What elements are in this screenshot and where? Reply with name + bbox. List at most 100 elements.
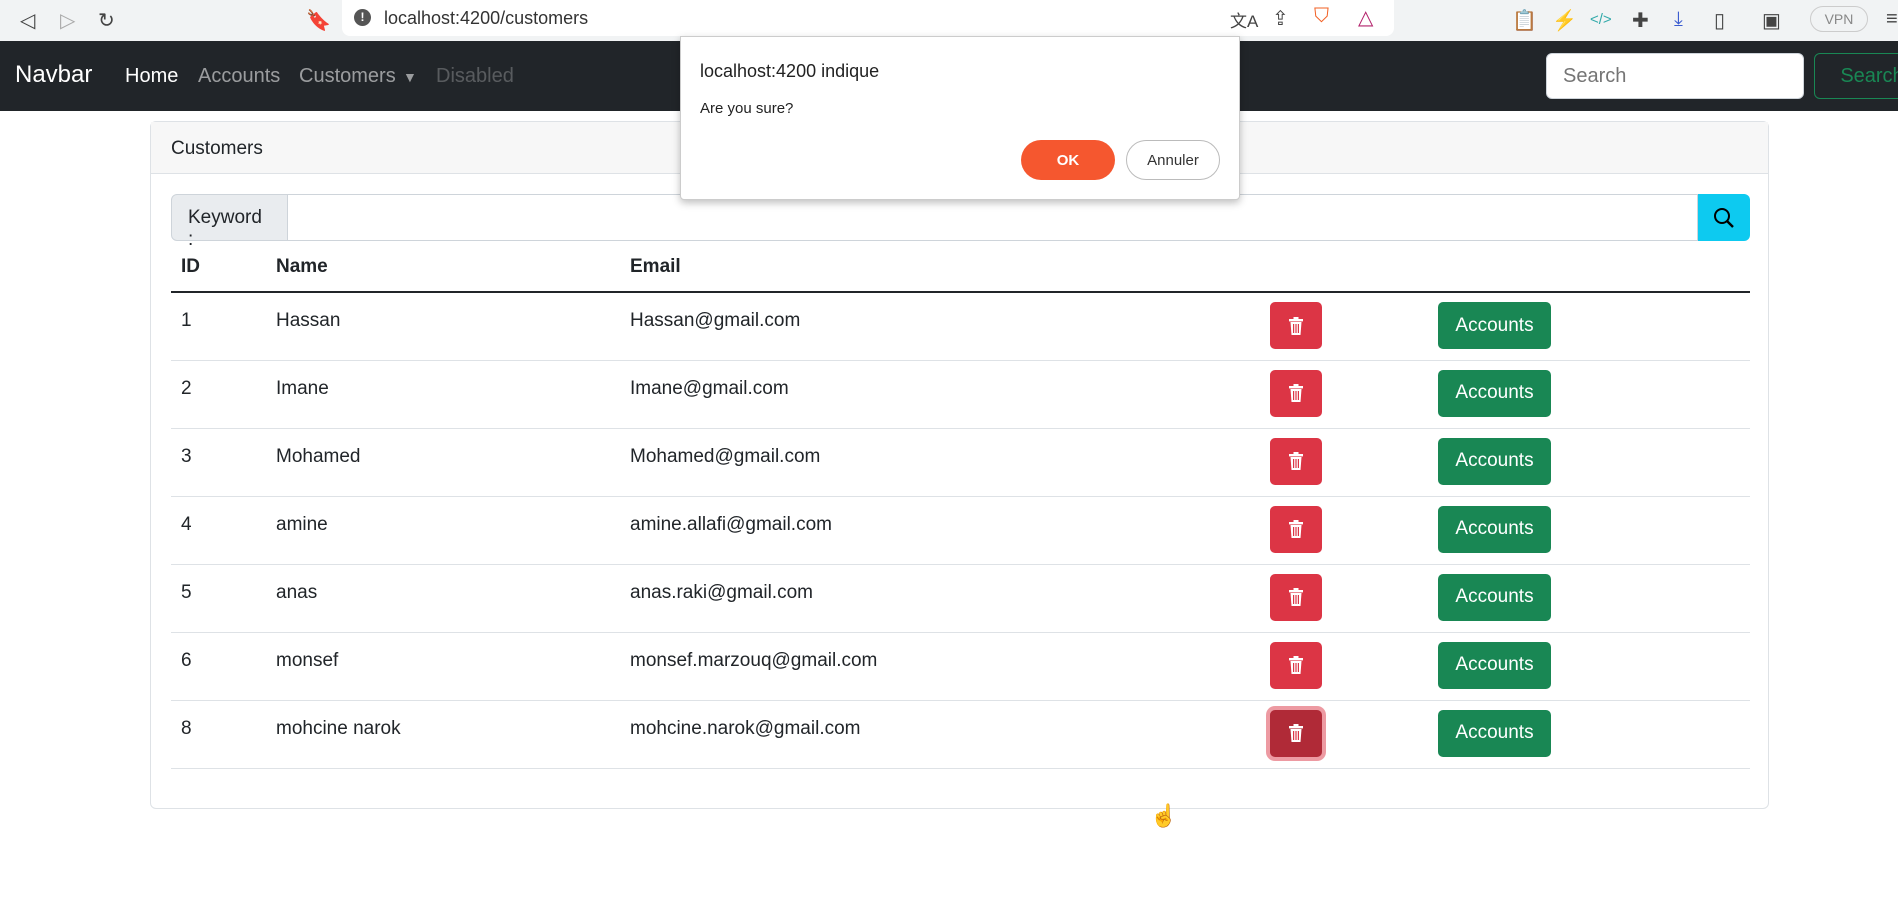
cell-email: Imane@gmail.com xyxy=(620,360,1260,429)
table-row: 1 Hassan Hassan@gmail.com Accounts xyxy=(171,292,1750,361)
navbar-search-button[interactable]: Search xyxy=(1814,53,1898,99)
reload-icon[interactable]: ↻ xyxy=(98,8,115,33)
navbar-search-input[interactable] xyxy=(1546,53,1804,99)
accounts-button[interactable]: Accounts xyxy=(1438,505,1551,553)
brave-rewards-icon[interactable]: △ xyxy=(1358,5,1373,30)
clipboard-icon[interactable]: 📋 xyxy=(1512,8,1537,33)
customers-card: Customers Keyword : ID Name Email 1 Hass… xyxy=(150,121,1769,809)
cell-accounts: Accounts xyxy=(1428,632,1750,701)
cell-name: mohcine narok xyxy=(266,700,620,769)
cell-id: 5 xyxy=(171,564,266,633)
cell-email: Mohamed@gmail.com xyxy=(620,428,1260,497)
nav-customers[interactable]: Customers xyxy=(299,65,396,88)
sidebar-icon[interactable]: ▯ xyxy=(1714,8,1725,33)
back-icon[interactable]: ◁ xyxy=(20,8,35,33)
trash-icon xyxy=(1289,588,1303,606)
dialog-cancel-button[interactable]: Annuler xyxy=(1126,140,1220,180)
delete-button[interactable] xyxy=(1270,573,1322,621)
delete-button[interactable] xyxy=(1270,641,1322,689)
extension-bolt-icon[interactable]: ⚡ xyxy=(1552,8,1577,33)
cell-delete xyxy=(1260,496,1428,565)
table-row: 5 anas anas.raki@gmail.com Accounts xyxy=(171,564,1750,633)
info-icon[interactable]: ! xyxy=(354,9,371,26)
accounts-button[interactable]: Accounts xyxy=(1438,302,1551,349)
trash-icon xyxy=(1289,520,1303,538)
vpn-button[interactable]: VPN xyxy=(1810,6,1868,32)
cell-accounts: Accounts xyxy=(1428,360,1750,429)
cell-accounts: Accounts xyxy=(1428,292,1750,361)
delete-button[interactable] xyxy=(1270,709,1322,757)
cell-name: Imane xyxy=(266,360,620,429)
keyword-label: Keyword : xyxy=(171,194,288,250)
cell-name: Hassan xyxy=(266,292,620,361)
chevron-down-icon[interactable]: ▼ xyxy=(403,69,417,85)
brave-shield-icon[interactable]: ⛉ xyxy=(1314,5,1329,28)
cell-delete xyxy=(1260,632,1428,701)
keyword-input[interactable] xyxy=(288,194,1698,241)
dialog-ok-button[interactable]: OK xyxy=(1021,140,1115,180)
table-row: 8 mohcine narok mohcine.narok@gmail.com … xyxy=(171,700,1750,769)
bookmark-icon[interactable]: 🔖 xyxy=(306,8,331,33)
url-text[interactable]: localhost:4200/customers xyxy=(384,8,588,29)
confirm-dialog: localhost:4200 indique Are you sure? OK … xyxy=(680,36,1240,200)
accounts-button[interactable]: Accounts xyxy=(1438,369,1551,417)
nav-accounts[interactable]: Accounts xyxy=(198,65,280,88)
search-button[interactable] xyxy=(1698,194,1750,241)
nav-home[interactable]: Home xyxy=(125,65,178,88)
table-row: 6 monsef monsef.marzouq@gmail.com Accoun… xyxy=(171,632,1750,701)
cell-name: amine xyxy=(266,496,620,565)
cell-email: anas.raki@gmail.com xyxy=(620,564,1260,633)
accounts-button[interactable]: Accounts xyxy=(1438,709,1551,757)
cell-id: 1 xyxy=(171,292,266,361)
menu-icon[interactable]: ≡ xyxy=(1886,8,1898,31)
delete-button[interactable] xyxy=(1270,437,1322,485)
delete-button[interactable] xyxy=(1270,505,1322,553)
cell-delete xyxy=(1260,700,1428,769)
table-row: 4 amine amine.allafi@gmail.com Accounts xyxy=(171,496,1750,565)
wallet-icon[interactable]: ▣ xyxy=(1762,8,1781,33)
header-id: ID xyxy=(171,243,266,293)
cell-id: 8 xyxy=(171,700,266,769)
keyword-search-group: Keyword : xyxy=(171,194,1750,250)
trash-icon xyxy=(1289,316,1303,335)
nav-disabled: Disabled xyxy=(436,65,514,87)
cell-delete xyxy=(1260,360,1428,429)
cell-name: anas xyxy=(266,564,620,633)
table-row: 2 Imane Imane@gmail.com Accounts xyxy=(171,360,1750,429)
translate-icon[interactable]: 文A xyxy=(1230,7,1258,32)
cell-accounts: Accounts xyxy=(1428,496,1750,565)
navbar-brand[interactable]: Navbar xyxy=(15,61,92,89)
accounts-button[interactable]: Accounts xyxy=(1438,437,1551,485)
trash-icon xyxy=(1289,384,1303,402)
delete-button[interactable] xyxy=(1270,302,1322,349)
cell-email: monsef.marzouq@gmail.com xyxy=(620,632,1260,701)
delete-button[interactable] xyxy=(1270,369,1322,417)
cell-email: amine.allafi@gmail.com xyxy=(620,496,1260,565)
share-icon[interactable]: ⇪ xyxy=(1272,6,1289,31)
table-row: 3 Mohamed Mohamed@gmail.com Accounts xyxy=(171,428,1750,497)
cell-accounts: Accounts xyxy=(1428,564,1750,633)
header-accounts xyxy=(1428,243,1750,293)
trash-icon xyxy=(1289,452,1303,470)
download-icon[interactable]: ⤓ xyxy=(1674,8,1683,31)
accounts-button[interactable]: Accounts xyxy=(1438,573,1551,621)
cell-delete xyxy=(1260,564,1428,633)
cell-accounts: Accounts xyxy=(1428,700,1750,769)
header-email: Email xyxy=(620,243,1260,293)
browser-toolbar: ◁ ▷ ↻ 🔖 ! localhost:4200/customers 文A ⇪ … xyxy=(0,0,1898,41)
extensions-puzzle-icon[interactable]: ✚ xyxy=(1632,8,1649,33)
extension-code-icon[interactable]: </> xyxy=(1590,11,1612,28)
cell-id: 6 xyxy=(171,632,266,701)
cell-email: Hassan@gmail.com xyxy=(620,292,1260,361)
dialog-title: localhost:4200 indique xyxy=(700,61,880,81)
forward-icon[interactable]: ▷ xyxy=(60,8,75,33)
header-delete xyxy=(1260,243,1428,293)
accounts-button[interactable]: Accounts xyxy=(1438,641,1551,689)
trash-icon xyxy=(1289,656,1303,674)
cell-id: 4 xyxy=(171,496,266,565)
address-bar[interactable]: ! localhost:4200/customers 文A ⇪ ⛉ △ xyxy=(342,0,1394,36)
cell-accounts: Accounts xyxy=(1428,428,1750,497)
customers-table: ID Name Email 1 Hassan Hassan@gmail.com … xyxy=(171,243,1750,769)
trash-icon xyxy=(1289,724,1303,742)
cell-delete xyxy=(1260,428,1428,497)
